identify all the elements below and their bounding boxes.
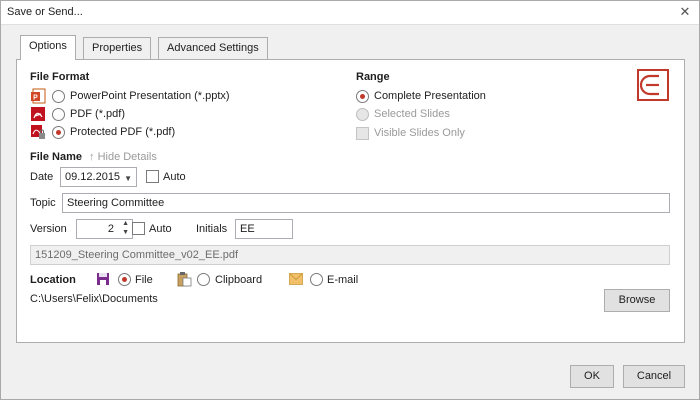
location-heading: Location <box>30 274 76 286</box>
browse-label: Browse <box>618 294 656 306</box>
protected-pdf-radio[interactable] <box>52 126 65 139</box>
hide-details-link[interactable]: ↑ Hide Details <box>89 151 157 163</box>
clipboard-radio[interactable] <box>197 273 210 286</box>
brand-logo-icon <box>637 69 669 101</box>
tab-label: Advanced Settings <box>167 42 259 54</box>
save-file-icon <box>97 273 109 285</box>
cancel-button[interactable]: Cancel <box>623 365 685 388</box>
cancel-label: Cancel <box>636 370 672 382</box>
close-icon[interactable]: ✕ <box>677 4 693 20</box>
options-panel: File Format P PowerPoint Presentation (*… <box>16 59 685 343</box>
selected-slides-radio <box>356 108 369 121</box>
hide-details-label: Hide Details <box>97 151 157 163</box>
version-value: 2 <box>107 223 114 235</box>
pptx-label: PowerPoint Presentation (*.pptx) <box>70 90 230 102</box>
visible-slides-only-label: Visible Slides Only <box>374 127 465 139</box>
pptx-radio[interactable] <box>52 90 65 103</box>
selected-slides-label: Selected Slides <box>374 108 450 120</box>
save-or-send-dialog: Save or Send... ✕ Options Properties Adv… <box>0 0 700 400</box>
tab-label: Properties <box>92 42 143 54</box>
email-icon <box>289 273 303 285</box>
date-auto-checkbox[interactable] <box>146 170 159 183</box>
stepper-up-icon[interactable]: ▲ <box>122 220 129 228</box>
stepper-down-icon[interactable]: ▼ <box>122 229 129 237</box>
topic-label: Topic <box>30 197 56 209</box>
date-label: Date <box>30 171 54 183</box>
protected-pdf-label: Protected PDF (*.pdf) <box>70 126 176 138</box>
initials-label: Initials <box>196 223 228 235</box>
ok-button[interactable]: OK <box>570 365 614 388</box>
clipboard-icon <box>177 272 192 287</box>
date-value: 09.12.2015 <box>65 171 121 183</box>
file-label: File <box>135 274 153 286</box>
tab-label: Options <box>29 40 67 52</box>
tab-options[interactable]: Options <box>20 35 76 60</box>
window-title: Save or Send... <box>7 6 83 18</box>
version-auto-checkbox[interactable] <box>132 222 145 235</box>
email-label: E-mail <box>327 274 359 286</box>
initials-input[interactable]: EE <box>235 219 293 239</box>
email-radio[interactable] <box>310 273 323 286</box>
pdf-radio[interactable] <box>52 108 65 121</box>
version-label: Version <box>30 223 67 235</box>
date-dropdown[interactable]: 09.12.2015 ▼ <box>60 167 137 187</box>
arrow-up-icon: ↑ <box>89 151 95 163</box>
file-name-heading: File Name <box>30 151 82 163</box>
pdf-label: PDF (*.pdf) <box>70 108 126 120</box>
protected-pdf-icon <box>31 125 45 139</box>
tab-advanced-settings[interactable]: Advanced Settings <box>158 37 268 59</box>
browse-button[interactable]: Browse <box>604 289 670 312</box>
complete-presentation-label: Complete Presentation <box>374 90 486 102</box>
file-radio[interactable] <box>118 273 131 286</box>
location-path: C:\Users\Felix\Documents <box>30 293 158 305</box>
chevron-down-icon[interactable]: ▼ <box>124 172 132 186</box>
pdf-icon <box>31 107 45 121</box>
visible-slides-only-checkbox <box>356 127 369 140</box>
initials-value: EE <box>240 223 255 235</box>
date-auto-label: Auto <box>163 171 186 183</box>
complete-presentation-radio[interactable] <box>356 90 369 103</box>
title-bar: Save or Send... ✕ <box>1 1 699 25</box>
generated-file-name: 151209_Steering Committee_v02_EE.pdf <box>30 245 670 265</box>
svg-text:P: P <box>33 95 38 102</box>
pptx-icon: P <box>31 88 46 104</box>
topic-input[interactable]: Steering Committee <box>62 193 670 213</box>
generated-file-name-value: 151209_Steering Committee_v02_EE.pdf <box>35 249 239 261</box>
ok-label: OK <box>584 370 600 382</box>
file-format-heading: File Format <box>30 71 90 83</box>
version-stepper[interactable]: 2 ▲ ▼ <box>76 219 133 239</box>
tab-properties[interactable]: Properties <box>83 37 152 59</box>
clipboard-label: Clipboard <box>215 274 263 286</box>
topic-value: Steering Committee <box>67 197 165 209</box>
version-auto-label: Auto <box>149 223 172 235</box>
range-heading: Range <box>356 71 390 83</box>
